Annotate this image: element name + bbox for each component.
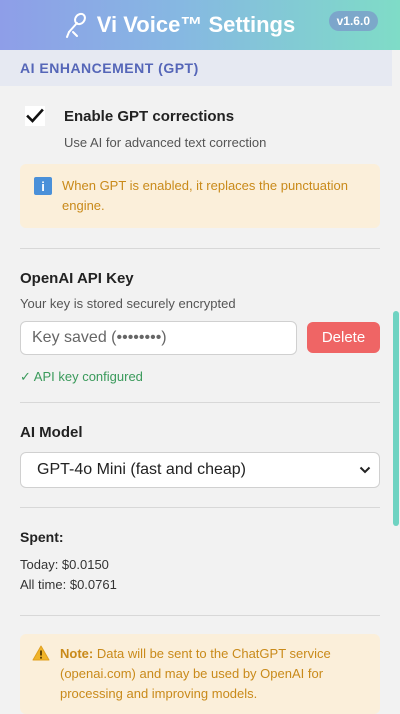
model-selected-value: GPT-4o Mini (fast and cheap) bbox=[37, 461, 246, 478]
warning-icon bbox=[32, 645, 50, 704]
gpt-info-box: i When GPT is enabled, it replaces the p… bbox=[20, 164, 380, 228]
note-body: Data will be sent to the ChatGPT service… bbox=[60, 646, 331, 701]
divider bbox=[20, 248, 380, 249]
divider bbox=[20, 615, 380, 616]
spent-section: Spent: Today: $0.0150 All time: $0.0761 bbox=[20, 529, 380, 592]
gpt-info-text: When GPT is enabled, it replaces the pun… bbox=[62, 178, 348, 213]
checkmark-icon bbox=[26, 108, 44, 123]
settings-content: Enable GPT corrections Use AI for advanc… bbox=[0, 106, 400, 714]
gpt-toggle-label: Enable GPT corrections bbox=[64, 107, 235, 125]
model-select[interactable]: GPT-4o Mini (fast and cheap) bbox=[20, 452, 380, 488]
gpt-checkbox[interactable] bbox=[25, 106, 45, 126]
scrollbar-thumb[interactable] bbox=[393, 311, 399, 526]
privacy-note-text: Note: Data will be sent to the ChatGPT s… bbox=[60, 644, 366, 704]
info-icon: i bbox=[34, 177, 52, 195]
api-key-section: OpenAI API Key Your key is stored secure… bbox=[20, 270, 380, 385]
divider bbox=[20, 402, 380, 403]
privacy-note-box: Note: Data will be sent to the ChatGPT s… bbox=[20, 634, 380, 714]
version-badge: v1.6.0 bbox=[328, 11, 378, 31]
delete-key-button[interactable]: Delete bbox=[307, 322, 380, 353]
api-key-description: Your key is stored securely encrypted bbox=[20, 296, 236, 311]
gpt-toggle-row[interactable]: Enable GPT corrections bbox=[25, 106, 380, 126]
divider bbox=[20, 507, 380, 508]
app-title: Vi Voice™ Settings bbox=[96, 12, 296, 37]
api-key-input[interactable] bbox=[20, 321, 297, 355]
api-key-title: OpenAI API Key bbox=[20, 270, 134, 287]
mic-icon bbox=[65, 12, 89, 38]
chevron-down-icon bbox=[359, 461, 371, 479]
api-key-row: Delete bbox=[20, 321, 380, 355]
spent-all-time: All time: $0.0761 bbox=[20, 577, 117, 592]
api-key-status: ✓ API key configured bbox=[20, 369, 143, 384]
model-title: AI Model bbox=[20, 424, 83, 441]
model-section: AI Model GPT-4o Mini (fast and cheap) bbox=[20, 424, 380, 488]
spent-title: Spent: bbox=[20, 529, 64, 545]
header-title: Vi Voice™ Settings bbox=[65, 12, 295, 38]
section-header-ai-enhancement: AI ENHANCEMENT (GPT) bbox=[0, 50, 400, 86]
header: Vi Voice™ Settings v1.6.0 bbox=[0, 0, 400, 50]
note-label: Note: bbox=[60, 646, 94, 661]
gpt-toggle-description: Use AI for advanced text correction bbox=[64, 135, 267, 150]
spent-today: Today: $0.0150 bbox=[20, 557, 109, 572]
